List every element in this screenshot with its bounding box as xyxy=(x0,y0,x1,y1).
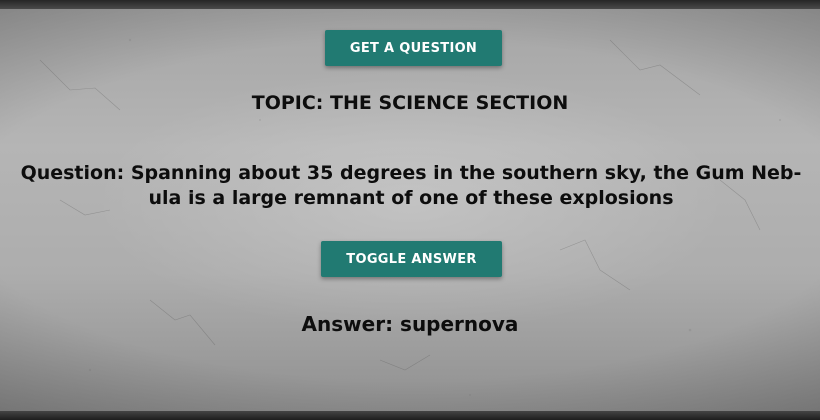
get-question-button[interactable]: GET A QUESTION xyxy=(325,30,502,66)
toggle-answer-button[interactable]: TOGGLE ANSWER xyxy=(321,241,502,277)
topic-heading: TOPIC: THE SCIENCE SECTION xyxy=(251,92,569,114)
bottom-edge-bar xyxy=(0,411,820,420)
question-panel: GET A QUESTION TOPIC: THE SCIENCE SECTIO… xyxy=(0,0,820,420)
answer-text: Answer: supernova xyxy=(301,312,519,336)
question-text: Question: Spanning about 35 degrees in t… xyxy=(20,162,802,209)
